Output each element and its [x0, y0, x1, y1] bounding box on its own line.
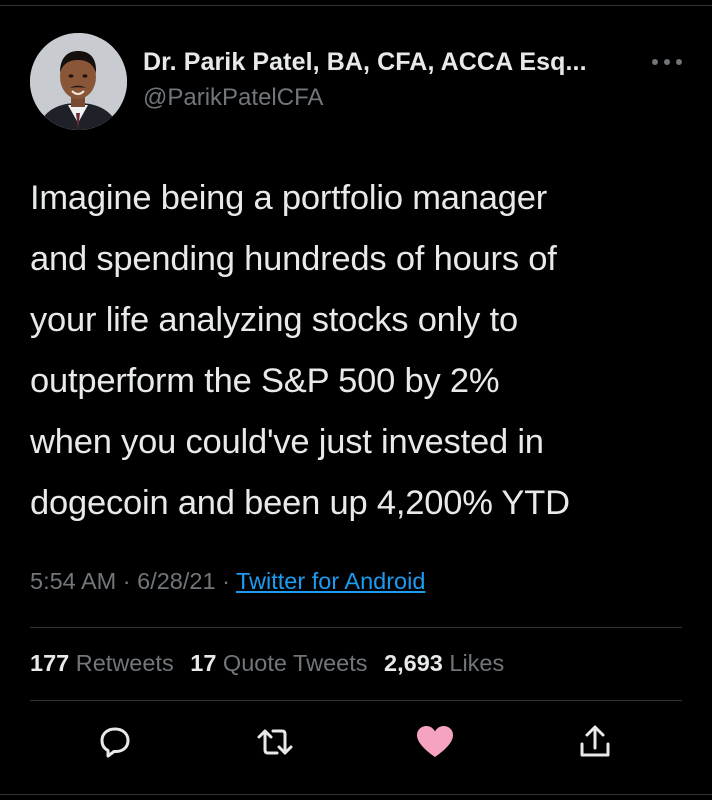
quote-tweets-count: 17 — [190, 650, 217, 676]
tweet-time[interactable]: 5:54 AM — [30, 568, 116, 594]
avatar[interactable] — [30, 33, 127, 130]
tweet-source-link[interactable]: Twitter for Android — [236, 568, 425, 594]
tweet-date[interactable]: 6/28/21 — [137, 568, 215, 594]
retweet-icon — [257, 729, 293, 755]
retweet-button[interactable] — [255, 722, 295, 762]
meta-separator: · — [122, 568, 131, 594]
likes-count: 2,693 — [384, 650, 443, 676]
more-options-icon[interactable] — [650, 52, 684, 72]
profile-photo-icon — [30, 33, 127, 130]
retweets-count: 177 — [30, 650, 70, 676]
reply-button[interactable] — [95, 722, 135, 762]
quote-tweets-label: Quote Tweets — [222, 650, 368, 676]
tweet-meta: 5:54 AM · 6/28/21 · Twitter for Android — [30, 568, 425, 595]
share-icon — [580, 725, 610, 757]
retweets-stat[interactable]: 177 Retweets — [30, 650, 180, 676]
bottom-divider — [0, 794, 712, 795]
share-button[interactable] — [575, 722, 615, 762]
top-divider — [0, 0, 712, 6]
heart-icon — [417, 726, 453, 757]
meta-separator: · — [222, 568, 230, 594]
tweet-text: Imagine being a portfolio manager and sp… — [30, 179, 570, 522]
likes-label: Likes — [449, 650, 505, 676]
retweets-label: Retweets — [75, 650, 174, 676]
tweet-stats: 177 Retweets 17 Quote Tweets 2,693 Likes — [30, 650, 514, 677]
divider — [30, 627, 682, 628]
display-name[interactable]: Dr. Parik Patel, BA, CFA, ACCA Esq... — [143, 48, 587, 77]
like-button[interactable] — [414, 722, 454, 762]
reply-icon — [100, 727, 130, 758]
quote-tweets-stat[interactable]: 17 Quote Tweets — [190, 650, 374, 676]
likes-stat[interactable]: 2,693 Likes — [384, 650, 504, 676]
user-handle[interactable]: @ParikPatelCFA — [143, 84, 323, 112]
divider — [30, 700, 682, 701]
